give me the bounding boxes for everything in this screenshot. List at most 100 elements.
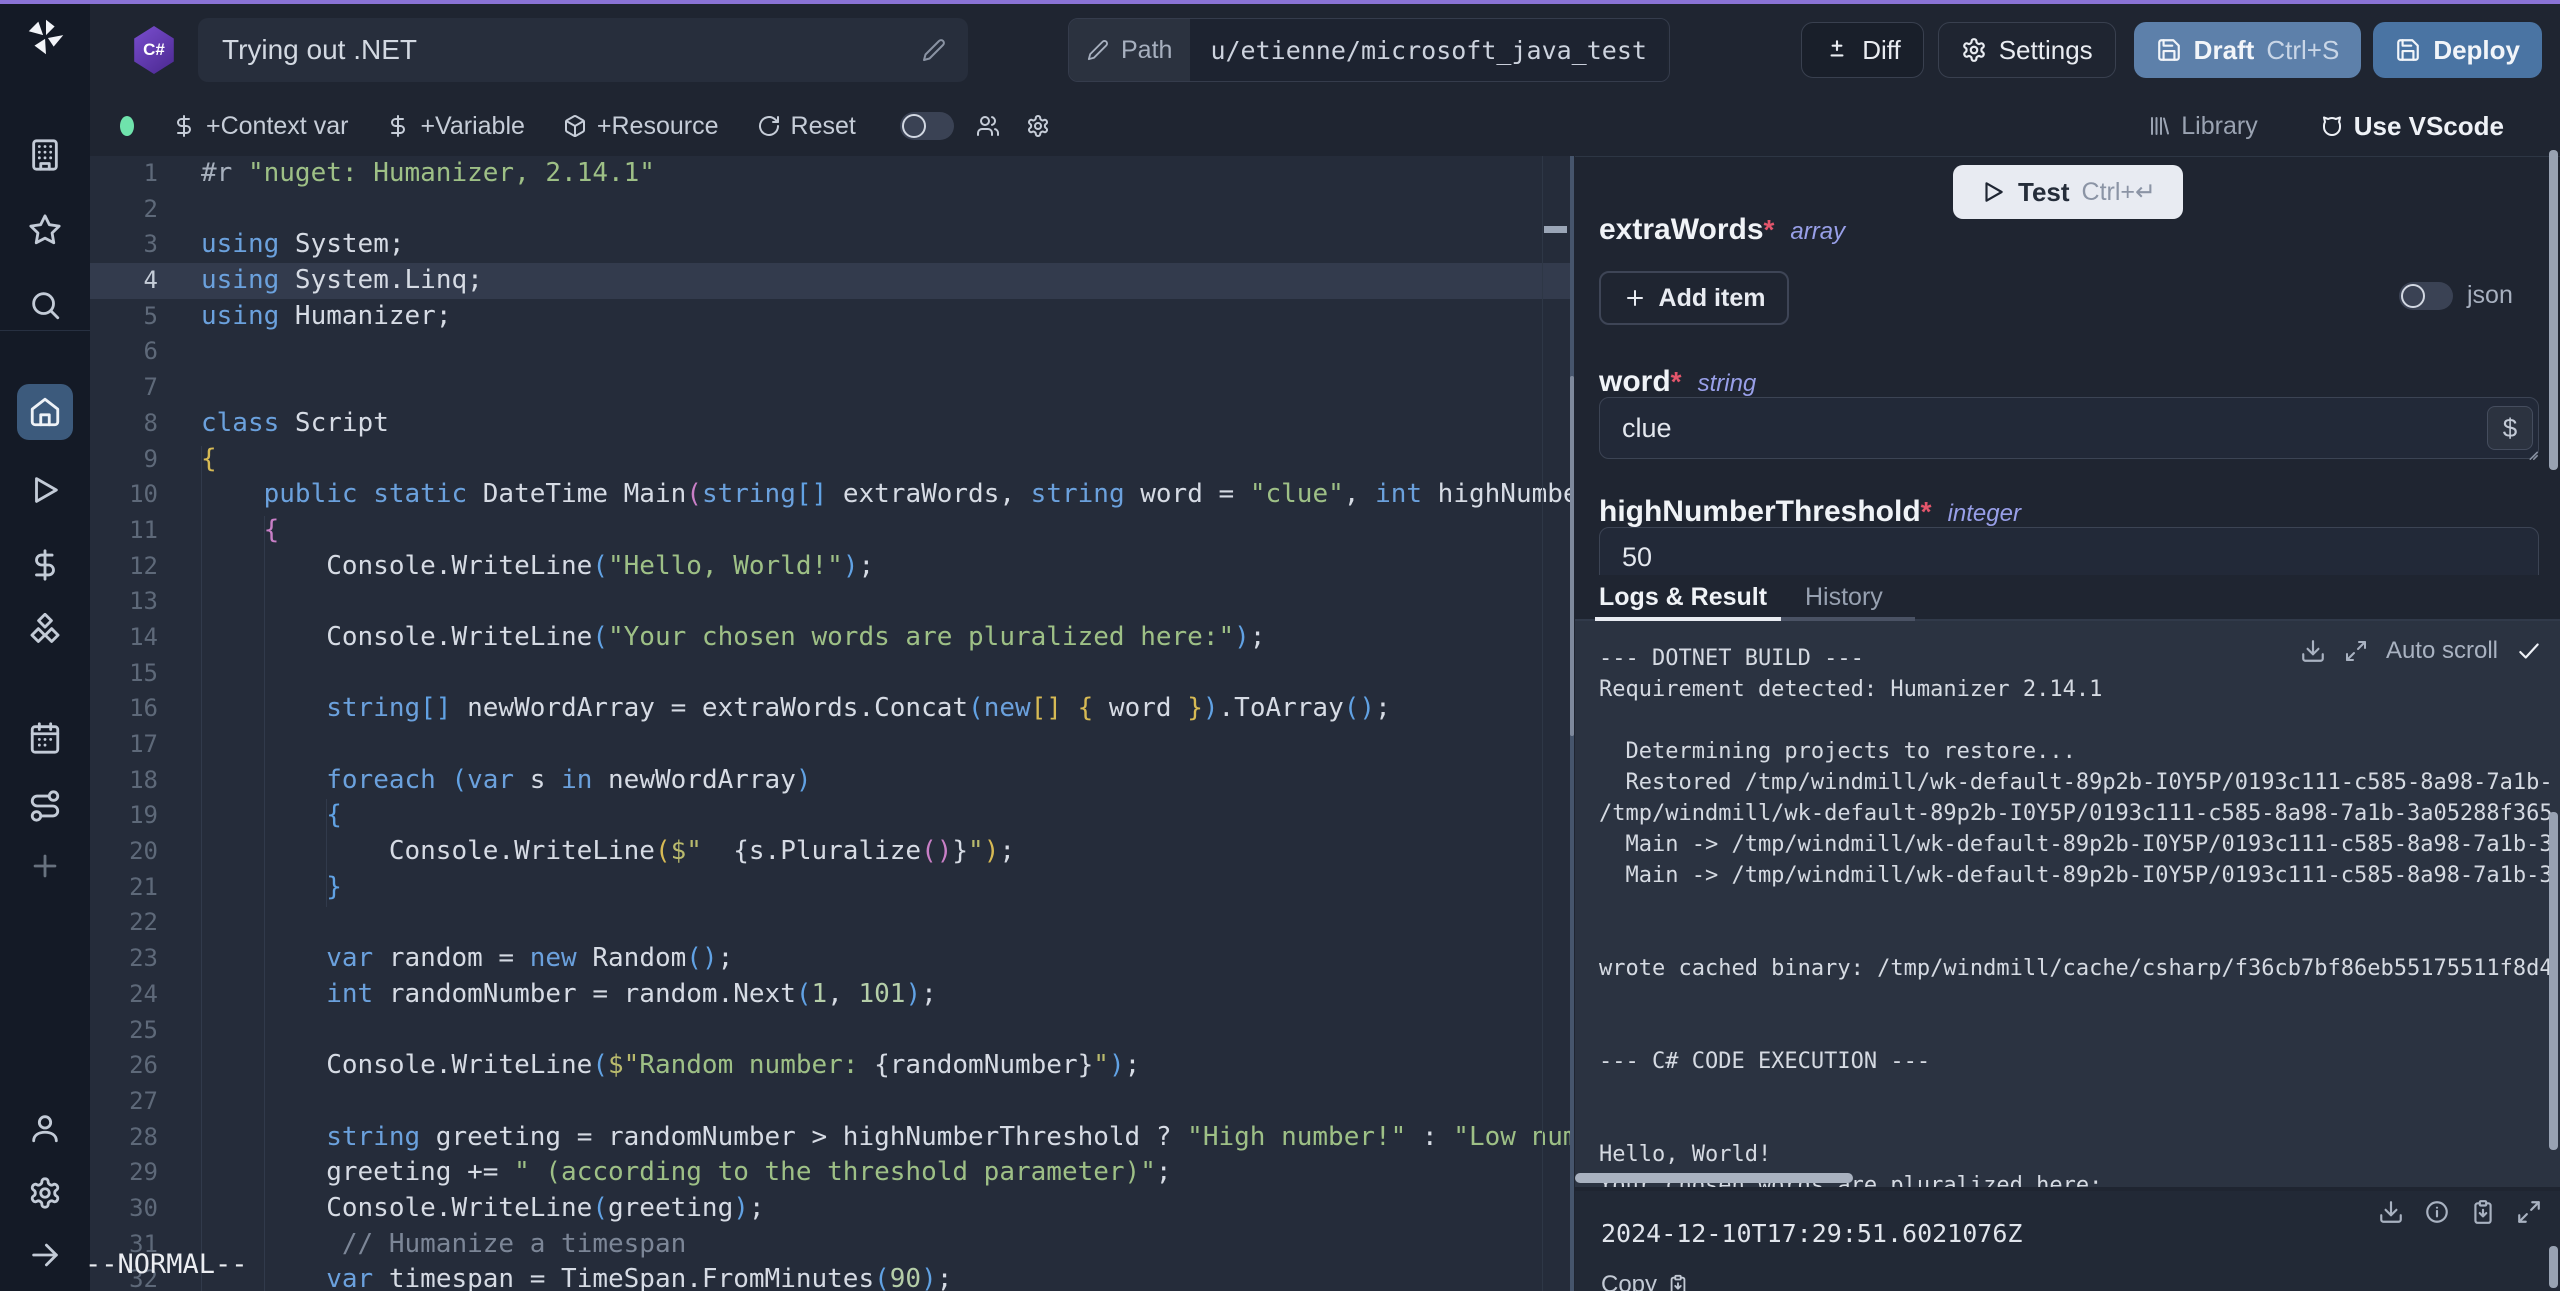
code-line-9[interactable]: 9{ bbox=[90, 442, 1570, 478]
info-icon[interactable] bbox=[2424, 1199, 2450, 1225]
header-bar: C# Trying out .NET Path u/etienne/micros… bbox=[90, 4, 2560, 96]
panel-splitter[interactable] bbox=[1570, 156, 1574, 1291]
arg-name: extraWords bbox=[1599, 213, 1764, 247]
copy-button[interactable]: Copy bbox=[1601, 1271, 1689, 1291]
reset-button[interactable]: Reset bbox=[757, 112, 856, 141]
copy-label: Copy bbox=[1601, 1271, 1657, 1291]
variable-label: +Variable bbox=[420, 112, 524, 141]
result-area: 2024-12-10T17:29:51.6021076Z Copy bbox=[1575, 1191, 2560, 1291]
diff-button[interactable]: Diff bbox=[1801, 22, 1924, 78]
tab-logs-result[interactable]: Logs & Result bbox=[1599, 583, 1767, 612]
insert-variable-button[interactable]: $ bbox=[2487, 406, 2533, 450]
sidebar-item-star[interactable] bbox=[28, 213, 62, 247]
code-line-30[interactable]: 30 Console.WriteLine(greeting); bbox=[90, 1191, 1570, 1227]
code-line-16[interactable]: 16 string[] newWordArray = extraWords.Co… bbox=[90, 691, 1570, 727]
code-line-3[interactable]: 3using System; bbox=[90, 227, 1570, 263]
result-scrollbar[interactable] bbox=[2549, 1246, 2558, 1288]
sidebar-item-home[interactable] bbox=[17, 384, 73, 440]
code-line-18[interactable]: 18 foreach (var s in newWordArray) bbox=[90, 763, 1570, 799]
code-line-5[interactable]: 5using Humanizer; bbox=[90, 299, 1570, 335]
settings-button[interactable]: Settings bbox=[1938, 22, 2116, 78]
log-horizontal-scrollbar[interactable] bbox=[1575, 1173, 1853, 1183]
code-line-1[interactable]: 1#r "nuget: Humanizer, 2.14.1" bbox=[90, 156, 1570, 192]
word-input[interactable] bbox=[1599, 397, 2539, 459]
draft-button[interactable]: Draft Ctrl+S bbox=[2134, 22, 2362, 78]
log-text: --- DOTNET BUILD --- Requirement detecte… bbox=[1599, 643, 2553, 1187]
required-mark: * bbox=[1764, 214, 1775, 246]
log-scrollbar[interactable] bbox=[2549, 812, 2558, 1150]
sidebar-item-building[interactable] bbox=[28, 138, 62, 172]
code-line-25[interactable]: 25 bbox=[90, 1013, 1570, 1049]
log-controls: Auto scroll bbox=[2300, 637, 2542, 665]
expand-result-icon[interactable] bbox=[2516, 1199, 2542, 1225]
code-editor[interactable]: 1#r "nuget: Humanizer, 2.14.1"23using Sy… bbox=[90, 156, 1570, 1291]
code-line-17[interactable]: 17 bbox=[90, 727, 1570, 763]
code-line-24[interactable]: 24 int randomNumber = random.Next(1, 101… bbox=[90, 977, 1570, 1013]
sidebar-item-arrow-right[interactable] bbox=[28, 1238, 62, 1272]
windmill-logo-icon[interactable] bbox=[23, 14, 69, 60]
autoscroll-check-icon[interactable] bbox=[2516, 638, 2542, 664]
arg-type: string bbox=[1698, 370, 1757, 398]
copy-result-icon[interactable] bbox=[2470, 1199, 2496, 1225]
add-variable-button[interactable]: +Variable bbox=[386, 112, 524, 141]
sidebar-item-route[interactable] bbox=[28, 789, 62, 823]
code-line-2[interactable]: 2 bbox=[90, 192, 1570, 228]
use-vscode-button[interactable]: Use VScode bbox=[2320, 111, 2504, 142]
code-line-13[interactable]: 13 bbox=[90, 584, 1570, 620]
library-button[interactable]: Library bbox=[2147, 112, 2257, 141]
sidebar-item-search[interactable] bbox=[28, 288, 62, 322]
code-line-28[interactable]: 28 string greeting = randomNumber > high… bbox=[90, 1120, 1570, 1156]
code-line-29[interactable]: 29 greeting += " (according to the thres… bbox=[90, 1155, 1570, 1191]
editor-settings-button[interactable] bbox=[1026, 114, 1050, 138]
windmill-app: C# Trying out .NET Path u/etienne/micros… bbox=[0, 0, 2560, 1291]
multiplayer-button[interactable] bbox=[976, 114, 1000, 138]
editor-toolbar: +Context var +Variable +Resource Reset L… bbox=[90, 96, 2560, 156]
use-vscode-label: Use VScode bbox=[2354, 111, 2504, 142]
download-logs-icon[interactable] bbox=[2300, 638, 2326, 664]
code-line-4[interactable]: 4using System.Linq; bbox=[90, 263, 1570, 299]
code-line-12[interactable]: 12 Console.WriteLine("Hello, World!"); bbox=[90, 549, 1570, 585]
overview-ruler-border bbox=[1542, 156, 1543, 1291]
code-line-32[interactable]: 32 var timespan = TimeSpan.FromMinutes(9… bbox=[90, 1262, 1570, 1291]
test-button[interactable]: Test Ctrl+↵ bbox=[1953, 165, 2183, 219]
script-path-field[interactable]: Path u/etienne/microsoft_java_test bbox=[1068, 18, 1670, 82]
args-scrollbar[interactable] bbox=[2549, 150, 2558, 470]
sidebar-item-plus[interactable] bbox=[28, 849, 62, 883]
code-line-22[interactable]: 22 bbox=[90, 905, 1570, 941]
code-line-27[interactable]: 27 bbox=[90, 1084, 1570, 1120]
sidebar-item-play[interactable] bbox=[28, 473, 62, 507]
add-context-var-button[interactable]: +Context var bbox=[172, 112, 348, 141]
code-line-20[interactable]: 20 Console.WriteLine($" {s.Pluralize()}"… bbox=[90, 834, 1570, 870]
resize-handle[interactable] bbox=[2525, 447, 2539, 461]
code-line-26[interactable]: 26 Console.WriteLine($"Random number: {r… bbox=[90, 1048, 1570, 1084]
users-icon bbox=[976, 114, 1000, 138]
code-line-8[interactable]: 8class Script bbox=[90, 406, 1570, 442]
assistant-toggle[interactable] bbox=[900, 112, 954, 140]
sidebar-item-boxes[interactable] bbox=[28, 613, 62, 647]
code-line-11[interactable]: 11 { bbox=[90, 513, 1570, 549]
edit-title-pencil-icon[interactable] bbox=[922, 38, 946, 62]
sidebar-item-gear[interactable] bbox=[28, 1176, 62, 1210]
tab-history[interactable]: History bbox=[1805, 583, 1883, 612]
expand-logs-icon[interactable] bbox=[2344, 639, 2368, 663]
add-item-label: Add item bbox=[1659, 284, 1766, 313]
code-line-19[interactable]: 19 { bbox=[90, 798, 1570, 834]
sidebar-item-user[interactable] bbox=[28, 1111, 62, 1145]
diff-label: Diff bbox=[1862, 35, 1901, 66]
code-line-31[interactable]: 31 // Humanize a timespan bbox=[90, 1227, 1570, 1263]
download-result-icon[interactable] bbox=[2378, 1199, 2404, 1225]
code-line-7[interactable]: 7 bbox=[90, 370, 1570, 406]
sidebar-item-calendar[interactable] bbox=[28, 721, 62, 755]
code-line-14[interactable]: 14 Console.WriteLine("Your chosen words … bbox=[90, 620, 1570, 656]
code-line-10[interactable]: 10 public static DateTime Main(string[] … bbox=[90, 477, 1570, 513]
json-toggle[interactable] bbox=[2399, 282, 2453, 310]
deploy-button[interactable]: Deploy bbox=[2373, 22, 2542, 78]
code-line-15[interactable]: 15 bbox=[90, 656, 1570, 692]
code-line-23[interactable]: 23 var random = new Random(); bbox=[90, 941, 1570, 977]
code-line-6[interactable]: 6 bbox=[90, 334, 1570, 370]
add-item-button[interactable]: Add item bbox=[1599, 271, 1789, 325]
add-resource-button[interactable]: +Resource bbox=[563, 112, 719, 141]
code-line-21[interactable]: 21 } bbox=[90, 870, 1570, 906]
script-title-input[interactable]: Trying out .NET bbox=[198, 18, 968, 82]
sidebar-item-dollar[interactable] bbox=[28, 548, 62, 582]
